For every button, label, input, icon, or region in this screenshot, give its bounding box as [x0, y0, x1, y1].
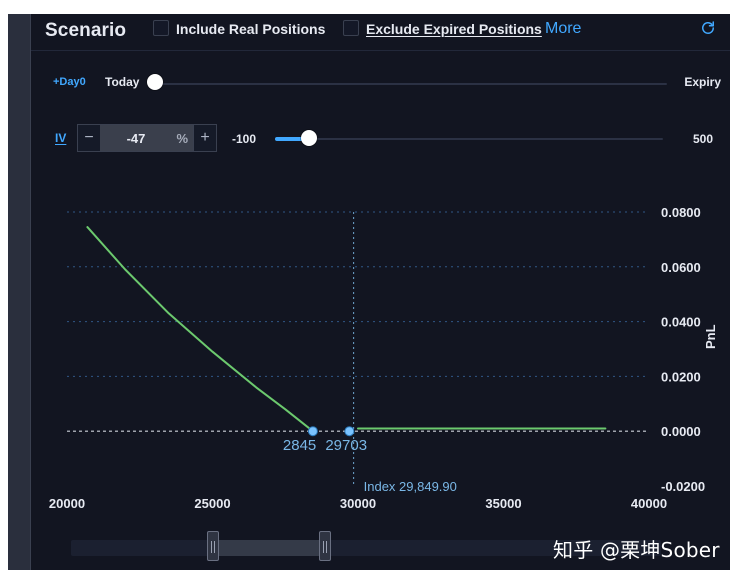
x-tick-label: 20000: [49, 496, 85, 511]
x-tick-label: 25000: [194, 496, 230, 511]
app-frame: Scenario Include Real Positions Exclude …: [8, 14, 730, 570]
side-rail: [8, 14, 31, 570]
watermark: 知乎 @栗坤Sober: [553, 538, 720, 562]
y-tick-label: 0.0400: [661, 315, 701, 330]
y-tick-label: 0.0000: [661, 424, 701, 439]
y-tick-label: 0.0800: [661, 205, 701, 220]
breakeven-label-1: 2845: [283, 437, 316, 454]
pnl-chart: 0.0800 0.0600 0.0400 0.0200 0.0000 -0.0200 200…: [49, 205, 718, 511]
range-handle-right[interactable]: [318, 531, 331, 561]
breakeven-label-2: 29703: [325, 437, 367, 454]
x-tick-label: 35000: [485, 496, 521, 511]
x-tick-label: 40000: [631, 496, 667, 511]
y-tick-label: -0.0200: [661, 479, 705, 494]
pnl-line-left: [86, 226, 314, 433]
y-tick-label: 0.0600: [661, 260, 701, 275]
range-slider-selection[interactable]: [212, 540, 325, 556]
y-axis-label: PnL: [703, 324, 718, 349]
range-handle-left[interactable]: [206, 531, 219, 561]
breakeven-point: [307, 426, 318, 437]
index-label: Index 29,849.90: [364, 479, 457, 494]
scenario-panel: Scenario Include Real Positions Exclude …: [30, 14, 730, 570]
x-tick-label: 30000: [340, 496, 376, 511]
y-tick-label: 0.0200: [661, 369, 701, 384]
breakeven-point: [344, 426, 355, 437]
